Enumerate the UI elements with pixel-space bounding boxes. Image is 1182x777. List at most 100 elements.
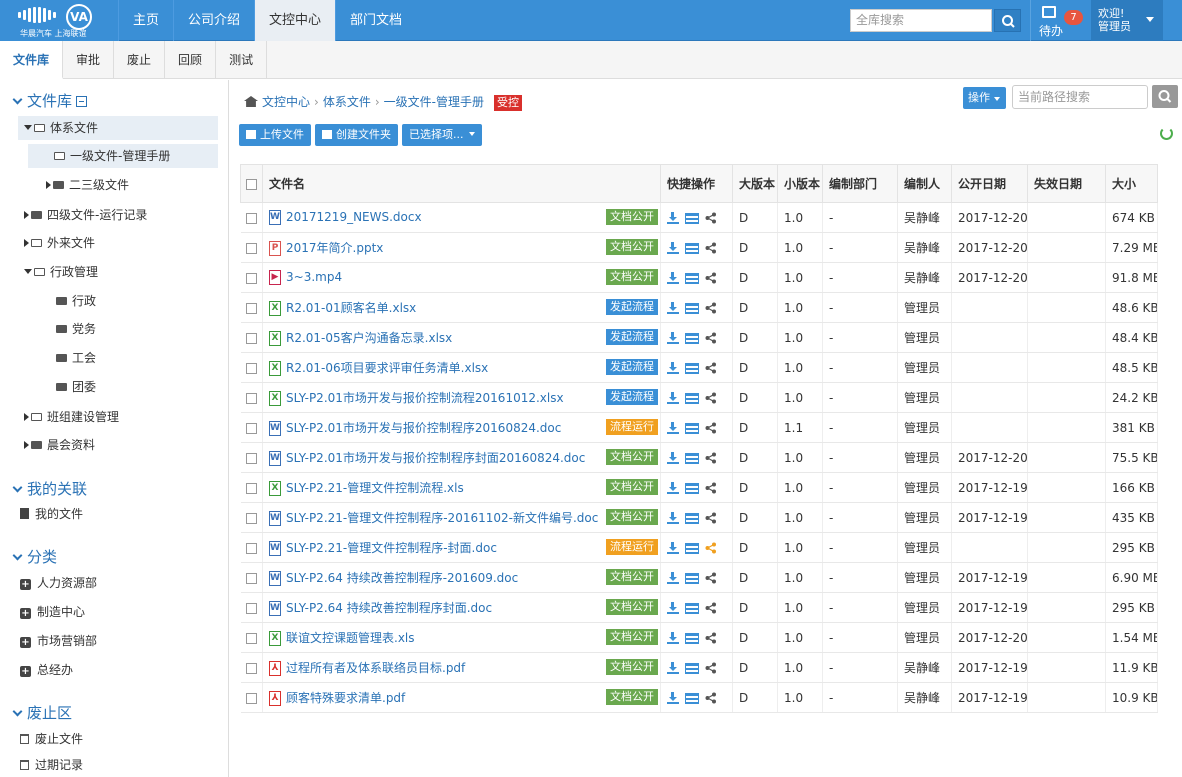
share-icon[interactable] bbox=[705, 662, 717, 674]
file-name-link[interactable]: R2.01-06项目要求评审任务清单.xlsx bbox=[286, 361, 488, 375]
file-name-link[interactable]: 顾客特殊要求清单.pdf bbox=[286, 691, 405, 705]
chevron-down-icon[interactable] bbox=[24, 125, 32, 130]
file-name-link[interactable]: R2.01-05客户沟通备忘录.xlsx bbox=[286, 331, 452, 345]
list-icon[interactable] bbox=[685, 662, 699, 674]
tab-0[interactable]: 文件库 bbox=[0, 41, 64, 79]
file-name-cell[interactable]: X SLY-P2.01市场开发与报价控制流程20161012.xlsx 发起流程 bbox=[262, 382, 661, 413]
tree-node[interactable]: 二三级文件 bbox=[28, 173, 218, 197]
share-icon[interactable] bbox=[705, 422, 717, 434]
file-name-link[interactable]: SLY-P2.01市场开发与报价控制程序封面20160824.doc bbox=[286, 451, 585, 465]
row-checkbox[interactable] bbox=[245, 512, 257, 524]
category-item[interactable]: + 人力资源部 bbox=[20, 571, 97, 595]
download-icon[interactable] bbox=[667, 542, 679, 554]
list-icon[interactable] bbox=[685, 422, 699, 434]
column-header[interactable]: 大版本 bbox=[732, 164, 778, 203]
company-logo[interactable]: VA 华晨汽车 上海联谊 bbox=[0, 0, 118, 41]
global-search-input[interactable]: 全库搜索 bbox=[850, 9, 992, 32]
file-name-cell[interactable]: X R2.01-05客户沟通备忘录.xlsx 发起流程 bbox=[262, 322, 661, 353]
share-icon[interactable] bbox=[705, 602, 717, 614]
column-header[interactable]: 文件名 bbox=[262, 164, 661, 203]
file-name-cell[interactable]: X 联谊文控课题管理表.xls 文档公开 bbox=[262, 622, 661, 653]
file-name-link[interactable]: SLY-P2.01市场开发与报价控制流程20161012.xlsx bbox=[286, 391, 564, 405]
list-icon[interactable] bbox=[685, 512, 699, 524]
operate-button[interactable]: 操作 bbox=[963, 87, 1006, 109]
list-icon[interactable] bbox=[685, 452, 699, 464]
file-name-link[interactable]: 20171219_NEWS.docx bbox=[286, 210, 422, 224]
column-header[interactable]: 公开日期 bbox=[951, 164, 1028, 203]
file-name-cell[interactable]: X R2.01-01顾客名单.xlsx 发起流程 bbox=[262, 292, 661, 323]
home-icon[interactable] bbox=[244, 96, 258, 107]
share-icon[interactable] bbox=[705, 302, 717, 314]
row-checkbox[interactable] bbox=[245, 632, 257, 644]
share-icon[interactable] bbox=[705, 512, 717, 524]
file-name-link[interactable]: 2017年简介.pptx bbox=[286, 241, 383, 255]
nav-item-3[interactable]: 部门文档 bbox=[335, 0, 416, 41]
column-header[interactable]: 大小 bbox=[1105, 164, 1158, 203]
tree-node[interactable]: 行政 bbox=[28, 289, 218, 313]
refresh-icon[interactable] bbox=[1160, 127, 1173, 140]
row-checkbox[interactable] bbox=[245, 452, 257, 464]
share-icon[interactable] bbox=[705, 542, 717, 554]
tree-node[interactable]: 工会 bbox=[28, 346, 218, 370]
download-icon[interactable] bbox=[667, 242, 679, 254]
share-icon[interactable] bbox=[705, 482, 717, 494]
list-icon[interactable] bbox=[685, 242, 699, 254]
file-name-cell[interactable]: W SLY-P2.01市场开发与报价控制程序封面20160824.doc 文档公开 bbox=[262, 442, 661, 473]
nav-item-1[interactable]: 公司介绍 bbox=[173, 0, 254, 41]
file-name-cell[interactable]: W SLY-P2.01市场开发与报价控制程序20160824.doc 流程运行 bbox=[262, 412, 661, 443]
chevron-right-icon[interactable] bbox=[24, 441, 29, 449]
tree-node[interactable]: 团委 bbox=[28, 375, 218, 399]
list-icon[interactable] bbox=[685, 212, 699, 224]
download-icon[interactable] bbox=[667, 392, 679, 404]
column-header[interactable]: 快捷操作 bbox=[660, 164, 733, 203]
row-checkbox[interactable] bbox=[245, 692, 257, 704]
section-related[interactable]: 我的关联 bbox=[12, 478, 87, 499]
row-checkbox[interactable] bbox=[245, 212, 257, 224]
file-name-link[interactable]: 联谊文控课题管理表.xls bbox=[286, 631, 415, 645]
download-icon[interactable] bbox=[667, 302, 679, 314]
todo-button[interactable]: 待办 7 bbox=[1030, 0, 1088, 41]
tree-node[interactable]: 一级文件-管理手册 bbox=[28, 144, 218, 168]
file-name-cell[interactable]: W SLY-P2.21-管理文件控制程序-20161102-新文件编号.doc 文档… bbox=[262, 502, 661, 533]
download-icon[interactable] bbox=[667, 422, 679, 434]
chevron-right-icon[interactable] bbox=[24, 211, 29, 219]
tree-node[interactable]: 外来文件 bbox=[18, 231, 218, 255]
collapse-icon[interactable] bbox=[76, 96, 88, 107]
list-icon[interactable] bbox=[685, 392, 699, 404]
tree-node[interactable]: 晨会资料 bbox=[18, 433, 218, 457]
row-checkbox[interactable] bbox=[245, 542, 257, 554]
chevron-down-icon[interactable] bbox=[24, 269, 32, 274]
upload-file-button[interactable]: 上传文件 bbox=[239, 124, 311, 146]
tab-1[interactable]: 审批 bbox=[63, 41, 115, 79]
file-name-cell[interactable]: X R2.01-06项目要求评审任务清单.xlsx 发起流程 bbox=[262, 352, 661, 383]
tree-node[interactable]: 班组建设管理 bbox=[18, 405, 218, 429]
breadcrumb-item[interactable]: 文控中心 bbox=[262, 95, 310, 109]
user-menu[interactable]: 欢迎! 管理员 bbox=[1091, 0, 1163, 41]
list-icon[interactable] bbox=[685, 302, 699, 314]
category-item[interactable]: + 总经办 bbox=[20, 658, 73, 682]
row-checkbox[interactable] bbox=[245, 482, 257, 494]
file-name-link[interactable]: SLY-P2.64 持续改善控制程序-201609.doc bbox=[286, 571, 518, 585]
selected-items-dropdown[interactable]: 已选择项... bbox=[402, 124, 482, 146]
download-icon[interactable] bbox=[667, 452, 679, 464]
download-icon[interactable] bbox=[667, 482, 679, 494]
list-icon[interactable] bbox=[685, 332, 699, 344]
share-icon[interactable] bbox=[705, 572, 717, 584]
list-icon[interactable] bbox=[685, 632, 699, 644]
share-icon[interactable] bbox=[705, 692, 717, 704]
path-search-input[interactable]: 当前路径搜索 bbox=[1012, 85, 1148, 109]
share-icon[interactable] bbox=[705, 272, 717, 284]
download-icon[interactable] bbox=[667, 212, 679, 224]
row-checkbox[interactable] bbox=[245, 422, 257, 434]
share-icon[interactable] bbox=[705, 452, 717, 464]
global-search-button[interactable] bbox=[994, 9, 1021, 32]
chevron-right-icon[interactable] bbox=[46, 181, 51, 189]
file-name-link[interactable]: SLY-P2.21-管理文件控制程序-封面.doc bbox=[286, 541, 497, 555]
row-checkbox[interactable] bbox=[245, 242, 257, 254]
column-header[interactable]: 编制人 bbox=[897, 164, 952, 203]
row-checkbox[interactable] bbox=[245, 602, 257, 614]
file-name-link[interactable]: 3~3.mp4 bbox=[286, 270, 342, 284]
breadcrumb-item[interactable]: 体系文件 bbox=[323, 95, 371, 109]
create-folder-button[interactable]: 创建文件夹 bbox=[315, 124, 398, 146]
row-checkbox[interactable] bbox=[245, 662, 257, 674]
